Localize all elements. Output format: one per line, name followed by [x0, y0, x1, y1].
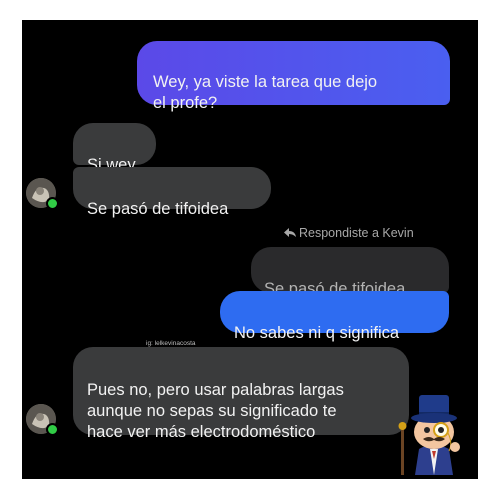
reply-arrow-icon — [284, 228, 296, 237]
sent-message-bubble[interactable]: Wey, ya viste la tarea que dejo el profe… — [137, 41, 450, 112]
received-message-bubble[interactable]: Se pasó de tifoidea — [73, 167, 271, 218]
received-message-text: Pues no, pero usar palabras largas aunqu… — [87, 381, 344, 441]
monocle-gentleman-sticker — [398, 395, 460, 475]
reply-label: Respondiste a Kevin — [299, 226, 414, 240]
quoted-message-bubble[interactable]: Se pasó de tifoidea — [251, 247, 449, 298]
reply-indicator: Respondiste a Kevin — [284, 225, 444, 241]
online-status-icon — [46, 423, 59, 436]
contact-avatar[interactable] — [26, 404, 59, 436]
contact-avatar[interactable] — [26, 178, 59, 210]
received-message-text: Se pasó de tifoidea — [87, 200, 229, 218]
chat-window: Wey, ya viste la tarea que dejo el profe… — [22, 20, 478, 479]
received-message-bubble[interactable]: Pues no, pero usar palabras largas aunqu… — [73, 347, 409, 441]
sent-message-bubble[interactable]: No sabes ni q significa — [220, 291, 449, 342]
sent-message-text: No sabes ni q significa — [234, 324, 400, 342]
sent-message-text: Wey, ya viste la tarea que dejo el profe… — [153, 73, 378, 112]
online-status-icon — [46, 197, 59, 210]
received-message-bubble[interactable]: Si wey — [73, 123, 156, 174]
